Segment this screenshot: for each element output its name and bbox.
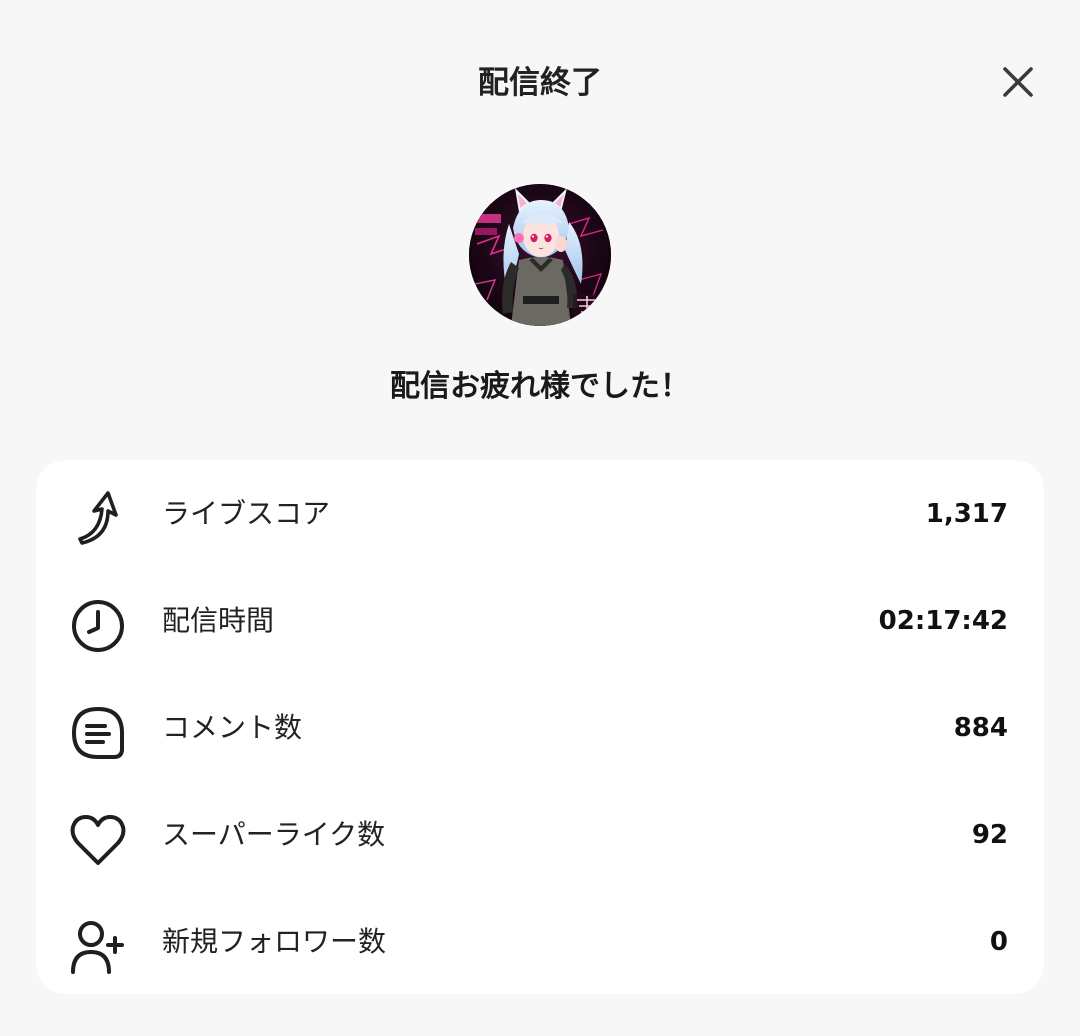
avatar	[469, 184, 611, 326]
page-title: 配信終了	[478, 65, 602, 101]
stat-value: 92	[971, 820, 1008, 850]
stat-value: 884	[953, 713, 1008, 743]
stats-card: ライブスコア 1,317 配信時間 02:17:42 コメント数 884 スーパ…	[36, 460, 1044, 994]
stat-row-super-likes: スーパーライク数 92	[36, 781, 1044, 889]
completion-message: 配信お疲れ様でした！	[390, 369, 690, 404]
stat-value: 0	[989, 927, 1008, 957]
stat-value: 02:17:42	[878, 606, 1008, 636]
heart-icon	[66, 808, 130, 872]
stat-label: 配信時間	[162, 604, 275, 637]
stat-row-new-followers: 新規フォロワー数 0	[36, 888, 1044, 996]
clock-icon	[66, 594, 130, 658]
add-user-icon	[66, 915, 130, 979]
stat-row-comments: コメント数 884	[36, 674, 1044, 782]
rising-arrow-icon	[66, 487, 130, 551]
close-icon	[1003, 67, 1033, 97]
stat-label: コメント数	[162, 711, 303, 744]
stat-value: 1,317	[925, 499, 1008, 529]
close-button[interactable]	[992, 56, 1044, 108]
header: 配信終了	[0, 0, 1080, 165]
stat-label: 新規フォロワー数	[162, 925, 387, 958]
comment-icon	[66, 701, 130, 765]
stat-label: ライブスコア	[162, 497, 331, 530]
stat-row-stream-time: 配信時間 02:17:42	[36, 567, 1044, 675]
stat-label: スーパーライク数	[162, 818, 386, 851]
streamer-avatar-image	[469, 184, 611, 326]
stat-row-live-score: ライブスコア 1,317	[36, 460, 1044, 568]
